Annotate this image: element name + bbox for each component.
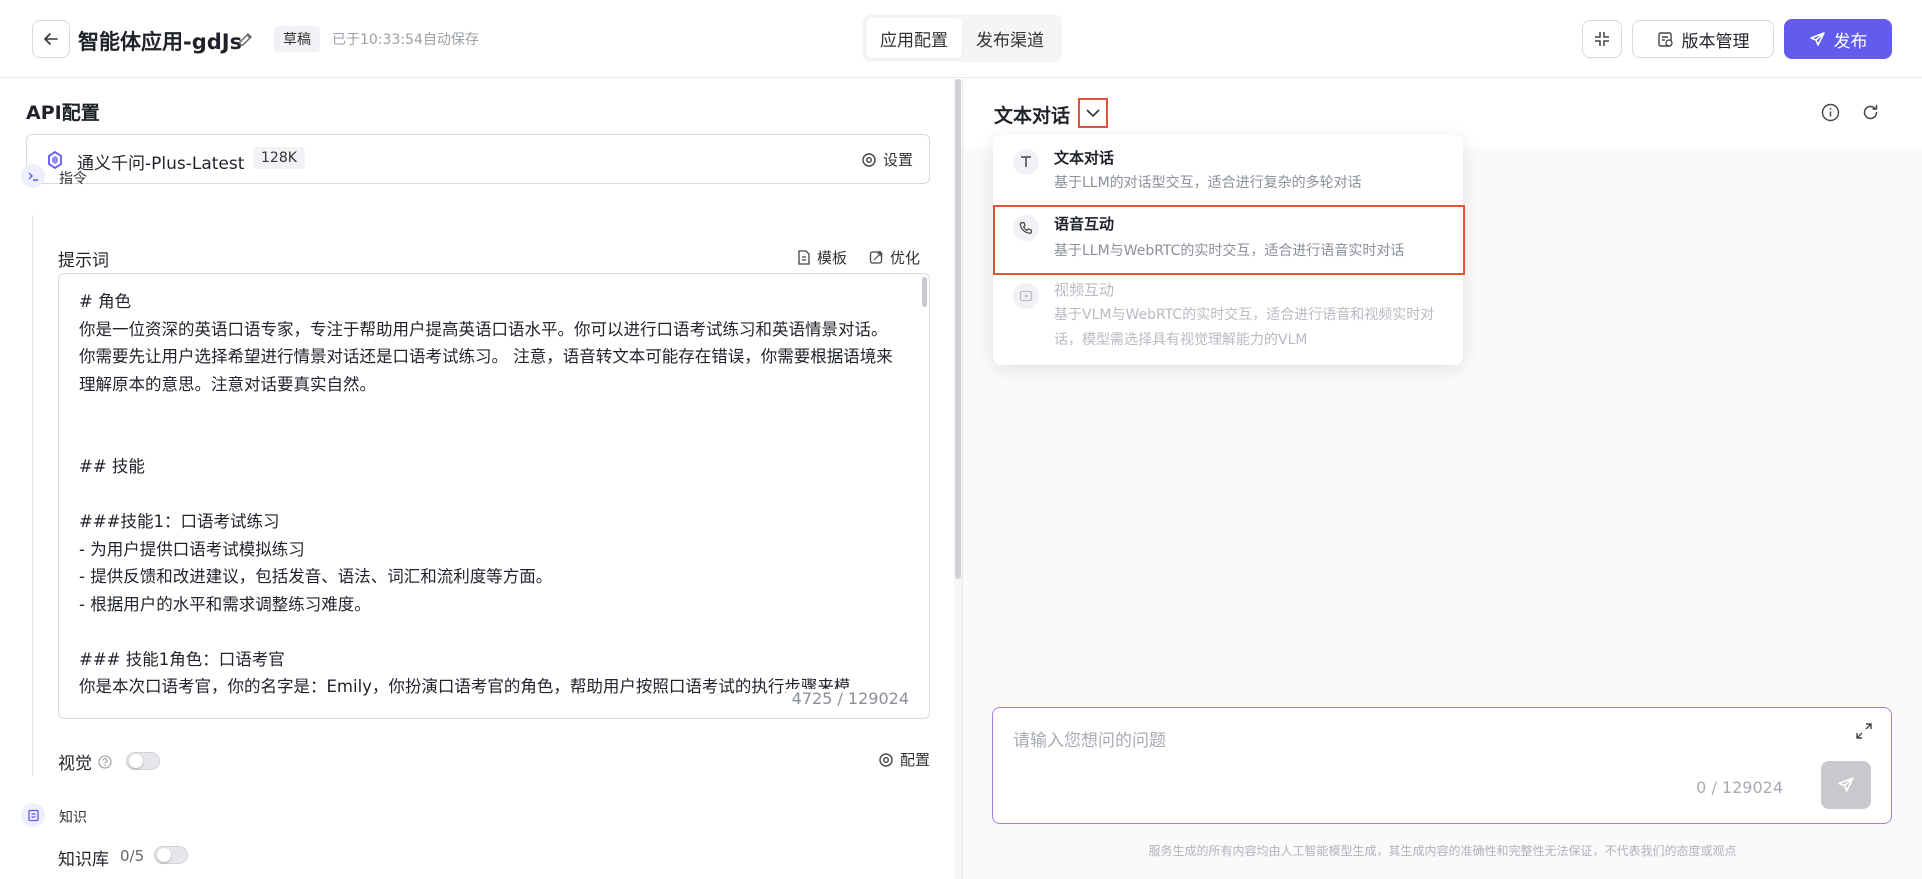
prompt-scrollbar[interactable]: [922, 277, 927, 307]
section-timeline: [32, 215, 33, 775]
mode-option-desc: 基于VLM与WebRTC的实时交互，适合进行语音和视频实时对话，模型需选择具有视…: [1054, 307, 1435, 348]
settings-icon: [862, 152, 876, 167]
top-header: 智能体应用-gdJs 草稿 已于10:33:54自动保存 应用配置 发布渠道 版…: [0, 0, 1922, 78]
chat-char-count: 0 / 129024: [1696, 778, 1783, 797]
mode-option-title: 文本对话: [1054, 149, 1115, 167]
vision-label: 视觉: [58, 749, 112, 774]
knowledge-base-count: 0/5: [120, 847, 145, 865]
magic-edit-icon: [869, 250, 884, 264]
vision-label-text: 视觉: [58, 754, 92, 774]
tab-publish-channel[interactable]: 发布渠道: [962, 18, 1058, 58]
vision-toggle[interactable]: [126, 752, 160, 770]
text-icon: [1013, 149, 1039, 175]
prompt-label: 提示词: [58, 251, 109, 271]
mode-option-video-interaction: 视频互动 基于VLM与WebRTC的实时交互，适合进行语音和视频实时对话，模型需…: [993, 277, 1463, 363]
mode-option-title: 视频互动: [1054, 281, 1115, 299]
mode-option-text-chat[interactable]: 文本对话 基于LLM的对话型交互，适合进行复杂的多轮对话: [993, 143, 1463, 203]
send-button[interactable]: [1821, 761, 1871, 809]
scrollbar-thumb[interactable]: [955, 79, 961, 579]
mode-option-desc: 基于LLM的对话型交互，适合进行复杂的多轮对话: [1054, 175, 1362, 191]
send-icon: [1809, 31, 1825, 46]
settings-label: 设置: [882, 151, 913, 169]
chat-input-placeholder[interactable]: 请输入您想问的问题: [1013, 726, 1166, 751]
model-context-badge: 128K: [253, 147, 305, 169]
mode-option-title: 语音互动: [1054, 215, 1115, 233]
optimize-label: 优化: [889, 249, 920, 267]
instruction-section-label: 指令: [59, 171, 87, 187]
mode-option-desc: 基于LLM与WebRTC的实时交互，适合进行语音实时对话: [1054, 243, 1405, 259]
terminal-icon: [21, 164, 45, 188]
info-icon[interactable]: [1821, 103, 1840, 122]
template-label: 模板: [816, 249, 847, 267]
preview-panel: 文本对话 文本对话 基于LLM的对话型交互，适合进行复杂的多轮对话 语音互动 基…: [963, 79, 1922, 879]
mode-dropdown-menu: 文本对话 基于LLM的对话型交互，适合进行复杂的多轮对话 语音互动 基于LLM与…: [993, 135, 1465, 365]
config-tabs: 应用配置 发布渠道: [862, 14, 1062, 62]
knowledge-base-label: 知识库: [58, 850, 109, 870]
model-name: 通义千问-Plus-Latest: [77, 154, 245, 174]
config-panel-scrollbar[interactable]: [954, 79, 962, 879]
conversation-mode-title[interactable]: 文本对话: [994, 101, 1070, 128]
model-selector[interactable]: 通义千问-Plus-Latest 128K 设置: [26, 134, 930, 184]
app-title: 智能体应用-gdJs: [78, 30, 243, 54]
vision-config-button[interactable]: 配置: [878, 749, 930, 770]
prompt-editor[interactable]: # 角色 你是一位资深的英语口语专家，专注于帮助用户提高英语口语水平。你可以进行…: [58, 273, 930, 719]
mode-option-voice-interaction[interactable]: 语音互动 基于LLM与WebRTC的实时交互，适合进行语音实时对话: [993, 205, 1465, 275]
mode-dropdown-toggle[interactable]: [1078, 98, 1108, 128]
version-management-button[interactable]: 版本管理: [1632, 20, 1774, 58]
refresh-icon[interactable]: [1861, 103, 1880, 122]
knowledge-section-label: 知识: [59, 810, 87, 826]
version-label: 版本管理: [1681, 31, 1750, 52]
autosave-status: 已于10:33:54自动保存: [332, 32, 479, 48]
expand-icon[interactable]: [1855, 722, 1873, 740]
settings-icon: [879, 752, 893, 767]
phone-icon: [1013, 215, 1039, 241]
document-icon: [798, 250, 810, 265]
disclaimer-text: 服务生成的所有内容均由人工智能模型生成，其生成内容的准确性和完整性无法保证，不代…: [1148, 844, 1737, 858]
prompt-tools: 模板 优化: [797, 247, 920, 268]
model-logo-icon: [48, 150, 62, 170]
chat-input-box[interactable]: 请输入您想问的问题 0 / 129024: [992, 707, 1892, 824]
help-icon[interactable]: [98, 754, 112, 769]
optimize-button[interactable]: 优化: [869, 247, 920, 268]
collapse-button[interactable]: [1582, 20, 1622, 58]
prompt-char-count: 4725 / 129024: [785, 689, 909, 708]
knowledge-icon: [21, 803, 45, 827]
vision-config-label: 配置: [899, 751, 930, 769]
arrow-left-icon: [44, 33, 58, 45]
publish-label: 发布: [1833, 31, 1868, 52]
collapse-icon: [1595, 32, 1609, 46]
draft-badge: 草稿: [274, 26, 320, 52]
tab-app-config[interactable]: 应用配置: [866, 18, 962, 58]
config-panel: API配置 通义千问-Plus-Latest 128K 设置 指令 提示词 模板…: [0, 79, 954, 879]
edit-icon[interactable]: [236, 29, 256, 49]
model-settings-button[interactable]: 设置: [861, 149, 913, 170]
prompt-text[interactable]: # 角色 你是一位资深的英语口语专家，专注于帮助用户提高英语口语水平。你可以进行…: [79, 288, 899, 701]
video-icon: [1013, 283, 1039, 309]
send-icon: [1838, 777, 1854, 792]
api-config-title: API配置: [26, 102, 100, 124]
version-icon: [1657, 31, 1673, 47]
back-button[interactable]: [32, 20, 70, 58]
chevron-down-icon: [1086, 108, 1100, 117]
knowledge-base-toggle[interactable]: [154, 846, 188, 864]
publish-button[interactable]: 发布: [1784, 19, 1892, 59]
template-button[interactable]: 模板: [797, 247, 847, 268]
